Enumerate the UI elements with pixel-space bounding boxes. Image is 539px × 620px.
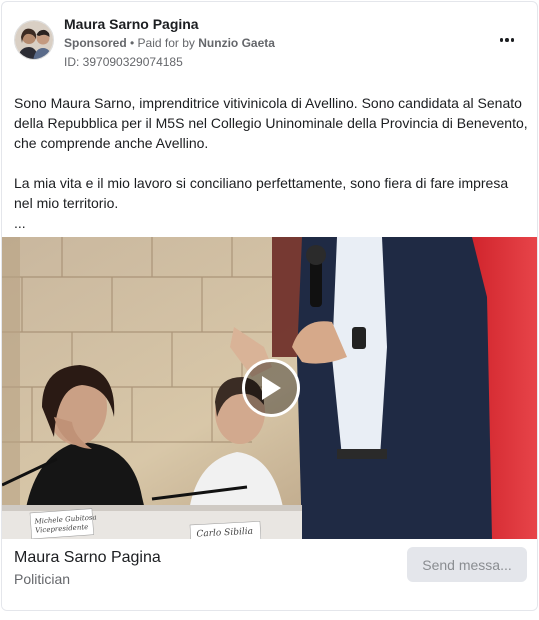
avatar[interactable]: [14, 20, 54, 60]
play-icon: [262, 376, 281, 400]
footer-category: Politician: [14, 571, 71, 587]
paid-for-prefix: Paid for by: [137, 36, 199, 50]
play-button[interactable]: [242, 359, 300, 417]
see-more-ellipsis[interactable]: ...: [14, 213, 529, 233]
ad-card: Maura Sarno Pagina Sponsored • Paid for …: [1, 1, 538, 611]
more-horizontal-icon: [499, 38, 504, 42]
ad-id: ID: 397090329074185: [64, 55, 183, 69]
more-options-button[interactable]: [495, 32, 519, 48]
sponsored-label: Sponsored: [64, 36, 127, 50]
footer-page-name[interactable]: Maura Sarno Pagina: [14, 549, 161, 567]
video-thumbnail[interactable]: Michele Gubitosa Vicepresidente Carlo Si…: [2, 237, 537, 539]
send-message-button[interactable]: Send messa...: [407, 547, 527, 582]
body-paragraph-2: La mia vita e il mio lavoro si concilian…: [14, 175, 509, 211]
body-paragraph-1: Sono Maura Sarno, imprenditrice vitivini…: [14, 95, 528, 151]
ad-header: Maura Sarno Pagina Sponsored • Paid for …: [2, 2, 537, 74]
page-name-link[interactable]: Maura Sarno Pagina: [64, 16, 199, 32]
sponsor-line: Sponsored • Paid for by Nunzio Gaeta: [64, 36, 275, 50]
paid-for-name: Nunzio Gaeta: [198, 36, 275, 50]
separator-dot: •: [126, 36, 138, 50]
ad-footer: Maura Sarno Pagina Politician Send messa…: [2, 539, 537, 610]
ad-body-text: Sono Maura Sarno, imprenditrice vitivini…: [14, 93, 529, 233]
